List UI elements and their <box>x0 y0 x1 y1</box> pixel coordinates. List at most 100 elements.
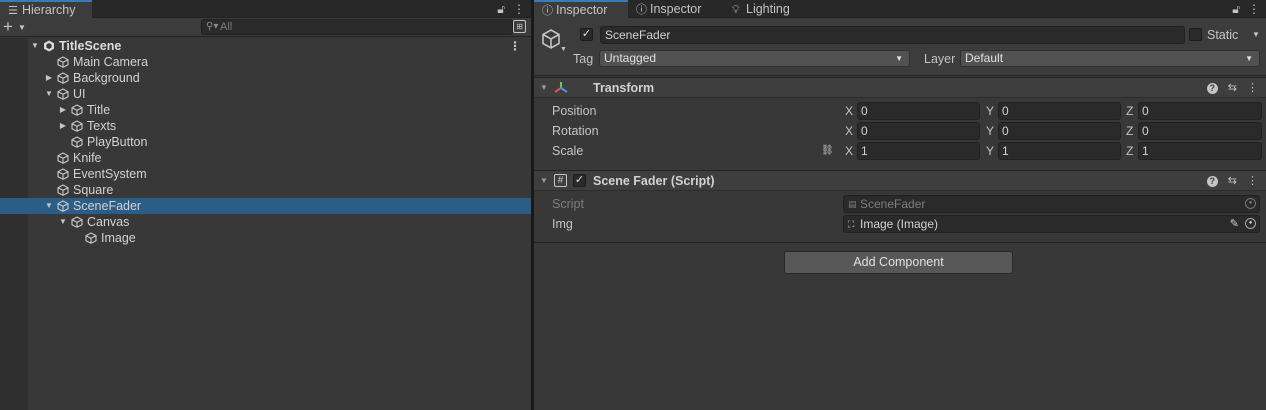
hierarchy-item[interactable]: ▼ UI <box>0 86 531 102</box>
hierarchy-item[interactable]: ▶ Title <box>0 102 531 118</box>
expand-arrow-right-icon[interactable]: ▶ <box>44 70 54 86</box>
gameobject-cube-icon <box>71 216 83 228</box>
kebab-menu-icon[interactable]: ⋮ <box>513 2 525 16</box>
image-icon: ⛶ <box>848 219 855 229</box>
rotation-x-field[interactable]: 0 <box>857 122 980 140</box>
presets-icon[interactable]: ⇆ <box>1228 82 1237 94</box>
hierarchy-item[interactable]: ▶ Texts <box>0 118 531 134</box>
position-y-field[interactable]: 0 <box>998 102 1121 120</box>
chevron-down-icon: ▼ <box>1245 54 1253 63</box>
scale-x-field[interactable]: 1 <box>857 142 980 160</box>
static-dropdown-icon[interactable]: ▼ <box>1252 26 1260 44</box>
position-z-field[interactable]: 0 <box>1138 102 1262 120</box>
img-field[interactable]: ⛶ Image (Image) ✎ ● <box>843 215 1260 233</box>
scene-row[interactable]: ▼ TitleScene ⋮ <box>0 38 531 54</box>
tab-hierarchy[interactable]: ☰ Hierarchy <box>0 0 92 18</box>
tab-inspector-2[interactable]: ⓘ Inspector <box>628 0 724 18</box>
tab-inspector-1[interactable]: ⓘ Inspector <box>534 0 628 18</box>
component-tools: ? ⇆ ⋮ <box>1197 171 1258 191</box>
lock-icon[interactable]: 🔓︎ <box>1232 2 1240 16</box>
gameobject-header: ▼ ✓ SceneFader Static ▼ Tag Untagged ▼ La… <box>534 18 1266 76</box>
object-picker-icon[interactable]: ● <box>1245 218 1256 229</box>
hierarchy-item[interactable]: ▶ Background <box>0 70 531 86</box>
collapse-arrow-icon[interactable]: ▼ <box>540 78 548 98</box>
search-input[interactable] <box>220 20 500 34</box>
transform-header[interactable]: ▼ Transform ? ⇆ ⋮ <box>534 77 1266 98</box>
cube-icon[interactable] <box>540 28 562 50</box>
component-enabled-checkbox[interactable]: ✓ <box>573 174 586 187</box>
transform-rotation-label: Rotation <box>552 124 599 138</box>
axis-y-label[interactable]: Y <box>986 102 994 120</box>
expand-arrow-down-icon[interactable]: ▼ <box>58 214 68 230</box>
axis-y-label[interactable]: Y <box>986 142 994 160</box>
hierarchy-item[interactable]: EventSystem <box>0 166 531 182</box>
object-name-field[interactable]: SceneFader <box>600 26 1185 44</box>
static-label: Static <box>1207 28 1239 42</box>
gameobject-cube-icon <box>57 168 69 180</box>
hierarchy-item[interactable]: Square <box>0 182 531 198</box>
scale-y-field[interactable]: 1 <box>998 142 1121 160</box>
transform-scale-label: Scale <box>552 144 584 158</box>
help-icon[interactable]: ? <box>1206 176 1218 187</box>
chevron-down-icon[interactable]: ▼ <box>18 18 26 37</box>
kebab-menu-icon[interactable]: ⋮ <box>1248 2 1260 16</box>
hierarchy-item-label: SceneFader <box>73 199 142 213</box>
expand-arrow-right-icon[interactable]: ▶ <box>58 102 68 118</box>
add-component-button[interactable]: Add Component <box>784 251 1013 274</box>
axis-x-label[interactable]: X <box>845 142 853 160</box>
expand-arrow-down-icon[interactable]: ▼ <box>44 198 54 214</box>
info-icon: ⓘ <box>636 4 647 16</box>
position-x-field[interactable]: 0 <box>857 102 980 120</box>
object-picker-icon: ● <box>1245 198 1256 209</box>
static-checkbox[interactable] <box>1189 28 1202 41</box>
axis-y-label[interactable]: Y <box>986 122 994 140</box>
presets-icon[interactable]: ⇆ <box>1228 175 1237 187</box>
hierarchy-item-label: TitleScene <box>59 39 122 53</box>
hierarchy-item[interactable]: Image <box>0 230 531 246</box>
hierarchy-tab-tools: 🔓︎ ⋮ <box>489 0 525 18</box>
inspector-panel: ⓘ Inspector ⓘ Inspector 💡︎ Lighting 🔓︎ ⋮ ▼ ✓… <box>534 0 1266 410</box>
axis-z-label[interactable]: Z <box>1126 102 1133 120</box>
kebab-menu-icon[interactable]: ⋮ <box>509 38 521 54</box>
scene-visibility-button[interactable]: ⊞ <box>513 20 526 33</box>
active-checkbox[interactable]: ✓ <box>580 28 593 41</box>
hierarchy-item[interactable]: Knife <box>0 150 531 166</box>
scale-z-field[interactable]: 1 <box>1138 142 1262 160</box>
tag-dropdown[interactable]: Untagged ▼ <box>599 50 910 67</box>
search-box[interactable]: ⚲▾ <box>201 19 513 35</box>
hierarchy-item-label: Image <box>101 231 136 245</box>
gameobject-cube-icon <box>71 136 83 148</box>
edit-pencil-icon[interactable]: ✎ <box>1230 216 1239 232</box>
component-tools: ? ⇆ ⋮ <box>1197 78 1258 98</box>
add-object-button[interactable]: + <box>3 18 13 36</box>
constrain-proportions-icon[interactable]: ⛓ <box>821 142 834 160</box>
rotation-y-field[interactable]: 0 <box>998 122 1121 140</box>
expand-arrow-down-icon[interactable]: ▼ <box>44 86 54 102</box>
hierarchy-item[interactable]: Main Camera <box>0 54 531 70</box>
rotation-z-field[interactable]: 0 <box>1138 122 1262 140</box>
axis-x-label[interactable]: X <box>845 102 853 120</box>
axis-z-label[interactable]: Z <box>1126 142 1133 160</box>
scene-fader-title: Scene Fader (Script) <box>593 174 715 188</box>
hierarchy-panel: ☰Hierarchy 🔓︎ ⋮ + ▼ ⚲▾ ⊞ ▼ TitleScene ⋮ Main… <box>0 0 531 410</box>
expand-arrow-right-icon[interactable]: ▶ <box>58 118 68 134</box>
tab-lighting[interactable]: 💡︎ Lighting <box>724 0 804 18</box>
hierarchy-item-label: PlayButton <box>87 135 148 149</box>
hierarchy-item[interactable]: ▼ Canvas <box>0 214 531 230</box>
layer-dropdown[interactable]: Default ▼ <box>960 50 1260 67</box>
kebab-menu-icon[interactable]: ⋮ <box>1247 82 1258 94</box>
unity-scene-icon <box>44 40 54 52</box>
scene-fader-header[interactable]: ▼ # ✓ Scene Fader (Script) ? ⇆ ⋮ <box>534 170 1266 191</box>
kebab-menu-icon[interactable]: ⋮ <box>1247 175 1258 187</box>
axis-x-label[interactable]: X <box>845 122 853 140</box>
hierarchy-item[interactable]: ▼ SceneFader <box>0 198 531 214</box>
lock-icon[interactable]: 🔓︎ <box>497 2 505 16</box>
hierarchy-item[interactable]: PlayButton <box>0 134 531 150</box>
collapse-arrow-icon[interactable]: ▼ <box>540 171 548 191</box>
gameobject-cube-icon <box>71 120 83 132</box>
expand-arrow-down-icon[interactable]: ▼ <box>30 38 40 54</box>
chevron-down-icon[interactable]: ▼ <box>560 46 567 53</box>
help-icon[interactable]: ? <box>1206 83 1218 94</box>
axis-z-label[interactable]: Z <box>1126 122 1133 140</box>
transform-position-label: Position <box>552 104 597 118</box>
